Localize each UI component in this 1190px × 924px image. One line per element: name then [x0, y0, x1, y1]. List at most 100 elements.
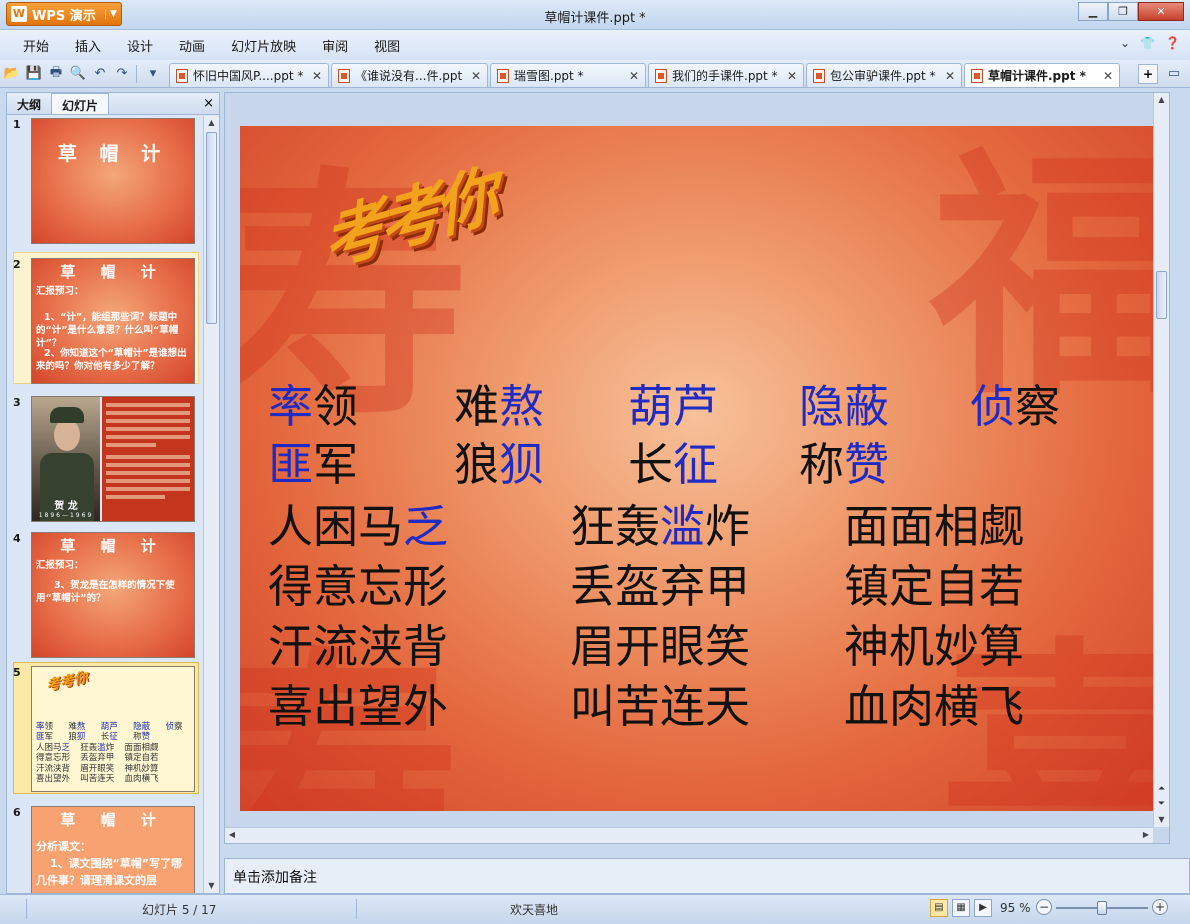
- slide-sorter-icon[interactable]: ▦: [952, 899, 970, 917]
- print-icon[interactable]: 🖶: [46, 64, 66, 84]
- close-tab-icon[interactable]: ✕: [621, 69, 639, 83]
- idiom: 狂轰滥炸: [570, 490, 750, 555]
- zoom-in-icon[interactable]: +: [1152, 899, 1168, 915]
- normal-view-icon[interactable]: ▤: [930, 899, 948, 917]
- menu-animation[interactable]: 动画: [166, 36, 218, 55]
- tab-outline[interactable]: 大纲: [7, 93, 51, 114]
- thumbnail-number: 4: [13, 532, 21, 545]
- zoom-slider-thumb[interactable]: [1097, 901, 1107, 915]
- scroll-up-icon[interactable]: ▲: [1154, 93, 1169, 107]
- plain-char: 军: [313, 438, 359, 491]
- close-tab-icon[interactable]: ✕: [463, 69, 481, 83]
- portrait-caption: 贺 龙 1896—1969: [32, 497, 100, 519]
- highlight-char: 隐蔽: [799, 380, 890, 433]
- doc-tab-active[interactable]: 草帽计课件.ppt * ✕: [964, 63, 1120, 87]
- print-preview-icon[interactable]: 🔍: [68, 64, 88, 84]
- view-buttons: ▤ ▦ ▶: [930, 899, 992, 917]
- undo-icon[interactable]: ↶: [90, 64, 110, 84]
- current-slide[interactable]: 寿 福 寿 喜 考考你 率领 难熬 葫芦 隐蔽 侦察 匪军 狼狈 长征 称赞 人…: [240, 126, 1153, 811]
- slide-vertical-scrollbar[interactable]: ▲ ⏶ ⏷ ▼: [1153, 93, 1169, 827]
- minimize-button[interactable]: ▁: [1078, 2, 1108, 21]
- doc-tab[interactable]: 瑞雪图.ppt * ✕: [490, 63, 646, 87]
- scrollbar-thumb[interactable]: [206, 132, 217, 324]
- close-tab-icon[interactable]: ✕: [937, 69, 955, 83]
- previous-slide-icon[interactable]: ⏶: [1155, 783, 1168, 796]
- menu-design[interactable]: 设计: [114, 36, 166, 55]
- slide-horizontal-scrollbar[interactable]: ◀ ▶: [225, 827, 1153, 843]
- highlight-char: 匪: [268, 438, 314, 491]
- notes-field[interactable]: 单击添加备注: [224, 858, 1190, 894]
- doc-tab[interactable]: 我们的手课件.ppt * ✕: [648, 63, 804, 87]
- idiom: 面面相觑: [844, 500, 1025, 553]
- slide-thumbnail[interactable]: 草 帽 计 分析课文： 1、课文围绕“草帽”写了哪几件事？请理清课文的层: [31, 806, 195, 893]
- help-icon[interactable]: ❓: [1165, 36, 1180, 50]
- ppt-file-icon: [497, 68, 509, 83]
- menu-view[interactable]: 视图: [361, 36, 413, 55]
- close-tab-icon[interactable]: ✕: [304, 69, 322, 83]
- portrait-image: 贺 龙 1896—1969: [32, 397, 100, 521]
- thumbnail-number: 2: [13, 258, 21, 271]
- scroll-down-icon[interactable]: ▼: [1154, 813, 1169, 827]
- tab-slides[interactable]: 幻灯片: [51, 93, 110, 114]
- thumbnail-row[interactable]: 4 草 帽 计 汇报预习： 3、贺龙是在怎样的情况下使用“草帽计”的？: [7, 530, 203, 666]
- close-button[interactable]: ✕: [1138, 2, 1184, 21]
- new-tab-button[interactable]: +: [1138, 63, 1158, 84]
- doc-tab[interactable]: 《谁说没有...件.ppt ✕: [331, 63, 488, 87]
- idiom: 人困马乏: [268, 490, 448, 555]
- vocab-word: 葫芦: [628, 370, 718, 435]
- slide-thumbnail[interactable]: 草 帽 计 汇报预习： 1、“计”，能组那些词？标题中的“计”是什么意思？什么叫…: [31, 258, 195, 384]
- idiom: 喜出望外: [268, 680, 449, 733]
- ppt-file-icon: [655, 68, 667, 83]
- thumbnail-row[interactable]: 3 贺 龙 1896—1969: [7, 394, 203, 530]
- thumbnail-scrollbar[interactable]: ▲ ▼: [203, 116, 219, 893]
- close-panel-icon[interactable]: ×: [203, 96, 214, 111]
- status-divider: [26, 899, 27, 919]
- idiom: 丢盔弃甲: [570, 560, 751, 613]
- doc-tab[interactable]: 包公审驴课件.ppt * ✕: [806, 63, 962, 87]
- slide-thumbnail[interactable]: 草 帽 计 汇报预习： 3、贺龙是在怎样的情况下使用“草帽计”的？: [31, 532, 195, 658]
- status-divider: [356, 899, 357, 919]
- vocab-word: 难熬: [454, 370, 544, 435]
- scroll-left-icon[interactable]: ◀: [225, 828, 239, 842]
- doc-tab[interactable]: 怀旧中国风P....ppt * ✕: [169, 63, 329, 87]
- open-folder-icon[interactable]: 📂: [2, 64, 22, 84]
- scroll-up-icon[interactable]: ▲: [204, 116, 219, 130]
- thumbnail-row[interactable]: 2 草 帽 计 汇报预习： 1、“计”，能组那些词？标题中的“计”是什么意思？什…: [7, 252, 203, 392]
- maximize-button[interactable]: ❐: [1108, 2, 1138, 21]
- vocab-word: 长征: [628, 428, 718, 493]
- menu-home[interactable]: 开始: [10, 36, 62, 55]
- skin-icon[interactable]: 👕: [1140, 36, 1155, 50]
- toolbar-divider: [136, 64, 137, 83]
- thumbnail-vocab-grid: 率领 难熬 葫芦 隐蔽 侦察 匪军 狼狈 长征 称赞 人困马乏 狂轰滥炸 面面相…: [36, 721, 183, 785]
- close-tab-icon[interactable]: ✕: [1095, 69, 1113, 83]
- scroll-right-icon[interactable]: ▶: [1139, 828, 1153, 842]
- zoom-out-icon[interactable]: −: [1036, 899, 1052, 915]
- thumbnail-line: 1、课文围绕“草帽”写了哪几件事？请理清课文的层: [36, 857, 183, 887]
- highlight-char: 熬: [499, 380, 545, 433]
- plain-char: 领: [313, 380, 359, 433]
- panel-tabs: 大纲 幻灯片 ×: [7, 93, 219, 115]
- slide-thumbnail[interactable]: 贺 龙 1896—1969: [31, 396, 195, 522]
- thumbnail-row[interactable]: 1 草 帽 计: [7, 116, 203, 252]
- menu-review[interactable]: 审阅: [309, 36, 361, 55]
- tab-list-icon[interactable]: ▭: [1164, 64, 1184, 84]
- menu-insert[interactable]: 插入: [62, 36, 114, 55]
- save-icon[interactable]: 💾: [24, 64, 44, 84]
- slide-thumbnail[interactable]: 草 帽 计: [31, 118, 195, 244]
- ppt-file-icon: [813, 68, 825, 83]
- slideshow-icon[interactable]: ▶: [974, 899, 992, 917]
- menu-slideshow[interactable]: 幻灯片放映: [218, 36, 309, 55]
- scrollbar-thumb[interactable]: [1156, 271, 1167, 319]
- redo-icon[interactable]: ↷: [112, 64, 132, 84]
- next-slide-icon[interactable]: ⏷: [1155, 798, 1168, 811]
- customize-toolbar-icon[interactable]: ▾: [143, 64, 163, 84]
- slide-thumbnail[interactable]: 考考你 率领 难熬 葫芦 隐蔽 侦察 匪军 狼狈 长征 称赞 人困马乏 狂轰滥炸…: [31, 666, 195, 792]
- theme-name: 欢天喜地: [510, 903, 559, 917]
- ppt-file-icon: [176, 68, 188, 83]
- collapse-ribbon-icon[interactable]: ⌄: [1120, 36, 1130, 50]
- close-tab-icon[interactable]: ✕: [779, 69, 797, 83]
- idiom: 眉开眼笑: [570, 620, 751, 673]
- thumbnail-row-selected[interactable]: 5 考考你 率领 难熬 葫芦 隐蔽 侦察 匪军 狼狈 长征 称赞 人困马乏 狂轰…: [7, 662, 203, 800]
- scroll-down-icon[interactable]: ▼: [204, 879, 219, 893]
- thumbnail-row[interactable]: 6 草 帽 计 分析课文： 1、课文围绕“草帽”写了哪几件事？请理清课文的层: [7, 804, 203, 893]
